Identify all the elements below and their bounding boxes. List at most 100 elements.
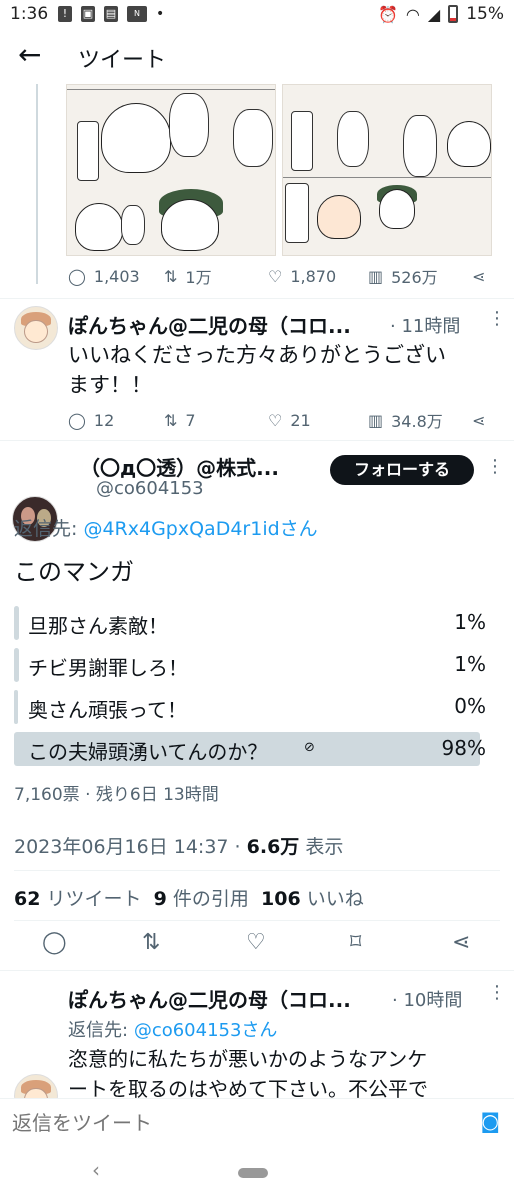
status-bar: 1:36 ! ▣ ▤ N • ⏰ ◠ ◢ 15% bbox=[0, 0, 514, 30]
poll-bar bbox=[14, 606, 19, 640]
bookmark-icon[interactable]: ⌑ bbox=[350, 930, 361, 955]
author-name[interactable]: （〇д〇透）@株式... bbox=[80, 452, 279, 481]
alert-icon: ! bbox=[58, 6, 72, 22]
alarm-icon: ⏰ bbox=[378, 4, 398, 24]
author-handle[interactable]: @co604153 bbox=[96, 478, 204, 499]
poll: 旦那さん素敵！ 1% チビ男謝罪しろ！ 1% 奥さん頑張って！ 0% この夫婦頭湧いてんのか… bbox=[0, 606, 514, 776]
manga-images[interactable] bbox=[66, 84, 492, 256]
tweet-text: このマンガ bbox=[14, 558, 134, 586]
divider bbox=[0, 440, 514, 441]
tweet-time: · 10時間 bbox=[392, 990, 463, 1011]
analytics-icon: ▥ bbox=[368, 410, 384, 430]
poll-option-percent: 0% bbox=[454, 694, 486, 718]
back-arrow-icon[interactable]: ← bbox=[18, 38, 41, 71]
winner-check-icon: ⊘ bbox=[304, 740, 315, 755]
more-icon[interactable]: ⋮ bbox=[488, 308, 506, 329]
share-icon[interactable]: ⋖ bbox=[452, 930, 470, 955]
like-count: 21 bbox=[290, 410, 311, 430]
heart-icon: ♡ bbox=[268, 410, 283, 430]
reply-input[interactable] bbox=[12, 1107, 452, 1139]
poll-option-label: 旦那さん素敵！ bbox=[28, 614, 168, 638]
analytics-icon: ▥ bbox=[368, 266, 384, 286]
dot-icon: • bbox=[156, 6, 165, 22]
reply-to-link[interactable]: @4Rx4GpxQaD4r1idさん bbox=[83, 518, 317, 540]
tweet-text-line: ます！！ bbox=[68, 373, 152, 397]
retweet-count: 7 bbox=[185, 410, 196, 430]
likes-stat[interactable]: 106 いいね bbox=[261, 888, 364, 910]
author-name[interactable]: ぽんちゃん@二児の母（コロ... bbox=[68, 310, 351, 339]
follow-button[interactable]: フォローする bbox=[330, 455, 474, 485]
divider bbox=[14, 920, 500, 921]
tweet-text: いいねくださった方々ありがとうござい ます！！ bbox=[68, 340, 446, 400]
views-button[interactable]: ▥ 34.8万 bbox=[368, 408, 443, 432]
likes-count: 106 bbox=[261, 888, 301, 910]
retweet-button[interactable]: ⇅ 7 bbox=[164, 411, 196, 430]
retweet-icon[interactable]: ⇅ bbox=[142, 930, 160, 955]
retweet-icon: ⇅ bbox=[164, 266, 178, 286]
divider bbox=[0, 970, 514, 971]
poll-meta: 7,160票 · 残り6日 13時間 bbox=[14, 785, 219, 805]
quotes-label: 件の引用 bbox=[172, 888, 249, 910]
divider bbox=[0, 298, 514, 299]
tweet1-actions: ◯ 1,403 ⇅ 1万 ♡ 1,870 ▥ 526万 ⋖ bbox=[68, 264, 498, 288]
news-icon: N bbox=[127, 6, 147, 22]
reply-icon[interactable]: ◯ bbox=[42, 930, 67, 955]
quotes-stat[interactable]: 9 件の引用 bbox=[154, 888, 249, 910]
tweet-timestamp: 2023年06月16日 14:37 · 6.6万 表示 bbox=[14, 832, 343, 859]
reply-icon: ◯ bbox=[68, 266, 86, 286]
reply-button[interactable]: ◯ 12 bbox=[68, 411, 114, 430]
poll-option: この夫婦頭湧いてんのか？ ⊘ 98% bbox=[14, 732, 490, 766]
reply-composer: ◙ bbox=[0, 1098, 514, 1146]
manga-panel-left[interactable] bbox=[66, 84, 276, 256]
heart-icon[interactable]: ♡ bbox=[246, 930, 266, 955]
retweet-icon: ⇅ bbox=[164, 410, 178, 430]
gallery-icon: ▤ bbox=[104, 6, 118, 22]
home-pill[interactable] bbox=[238, 1168, 268, 1178]
tweet-text-line: 恣意的に私たちが悪いかのようなアンケ bbox=[68, 1047, 428, 1071]
author-name[interactable]: ぽんちゃん@二児の母（コロ... bbox=[68, 984, 351, 1013]
reply-count: 12 bbox=[93, 410, 115, 430]
share-icon[interactable]: ⋖ bbox=[472, 411, 485, 430]
poll-option-label: 奥さん頑張って！ bbox=[28, 698, 187, 722]
tweet-text: 恣意的に私たちが悪いかのようなアンケ ートを取るのはやめて下さい。不公平で bbox=[68, 1044, 428, 1104]
views-count: 526万 bbox=[391, 268, 438, 287]
poll-bar bbox=[14, 690, 18, 724]
divider bbox=[14, 870, 500, 871]
views-label: 表示 bbox=[305, 836, 344, 858]
quotes-count: 9 bbox=[153, 888, 167, 910]
camera-icon[interactable]: ◙ bbox=[481, 1109, 500, 1133]
tweet2-actions: ◯ 12 ⇅ 7 ♡ 21 ▥ 34.8万 ⋖ bbox=[68, 408, 498, 432]
poll-option-label: この夫婦頭湧いてんのか？ bbox=[28, 740, 268, 764]
likes-label: いいね bbox=[306, 888, 364, 910]
nav-back-icon[interactable]: ‹ bbox=[92, 1158, 100, 1182]
poll-option-percent: 1% bbox=[454, 652, 486, 676]
more-icon[interactable]: ⋮ bbox=[486, 456, 504, 477]
retweet-button[interactable]: ⇅ 1万 bbox=[164, 264, 212, 288]
page-title: ツイート bbox=[78, 48, 167, 73]
views-count: 34.8万 bbox=[391, 412, 443, 431]
poll-option-percent: 1% bbox=[454, 610, 486, 634]
tweet-text-line: いいねくださった方々ありがとうござい bbox=[68, 343, 446, 367]
more-icon[interactable]: ⋮ bbox=[488, 982, 506, 1003]
poll-option: チビ男謝罪しろ！ 1% bbox=[14, 648, 490, 682]
avatar[interactable] bbox=[14, 306, 58, 350]
manga-panel-right[interactable] bbox=[282, 84, 492, 256]
poll-option: 旦那さん素敵！ 1% bbox=[14, 606, 490, 640]
thread-connector bbox=[36, 84, 38, 284]
share-icon[interactable]: ⋖ bbox=[472, 267, 485, 286]
poll-option-label: チビ男謝罪しろ！ bbox=[28, 656, 188, 680]
poll-bar bbox=[14, 648, 19, 682]
views-button[interactable]: ▥ 526万 bbox=[368, 264, 438, 288]
timestamp-text: 2023年06月16日 14:37 · bbox=[14, 836, 241, 858]
reply-to-link[interactable]: @co604153さん bbox=[134, 1020, 278, 1041]
reply-to-label: 返信先: bbox=[14, 518, 78, 540]
retweets-stat[interactable]: 62 リツイート bbox=[14, 888, 142, 910]
retweet-count: 1万 bbox=[185, 268, 212, 287]
like-count: 1,870 bbox=[290, 266, 337, 286]
reply-button[interactable]: ◯ 1,403 bbox=[68, 267, 140, 286]
like-button[interactable]: ♡ 21 bbox=[268, 411, 311, 430]
main-tweet-actions: ◯ ⇅ ♡ ⌑ ⋖ bbox=[0, 930, 514, 960]
signal-icon: ◢ bbox=[427, 4, 441, 24]
like-button[interactable]: ♡ 1,870 bbox=[268, 267, 336, 286]
top-bar: ← ツイート bbox=[0, 30, 514, 82]
